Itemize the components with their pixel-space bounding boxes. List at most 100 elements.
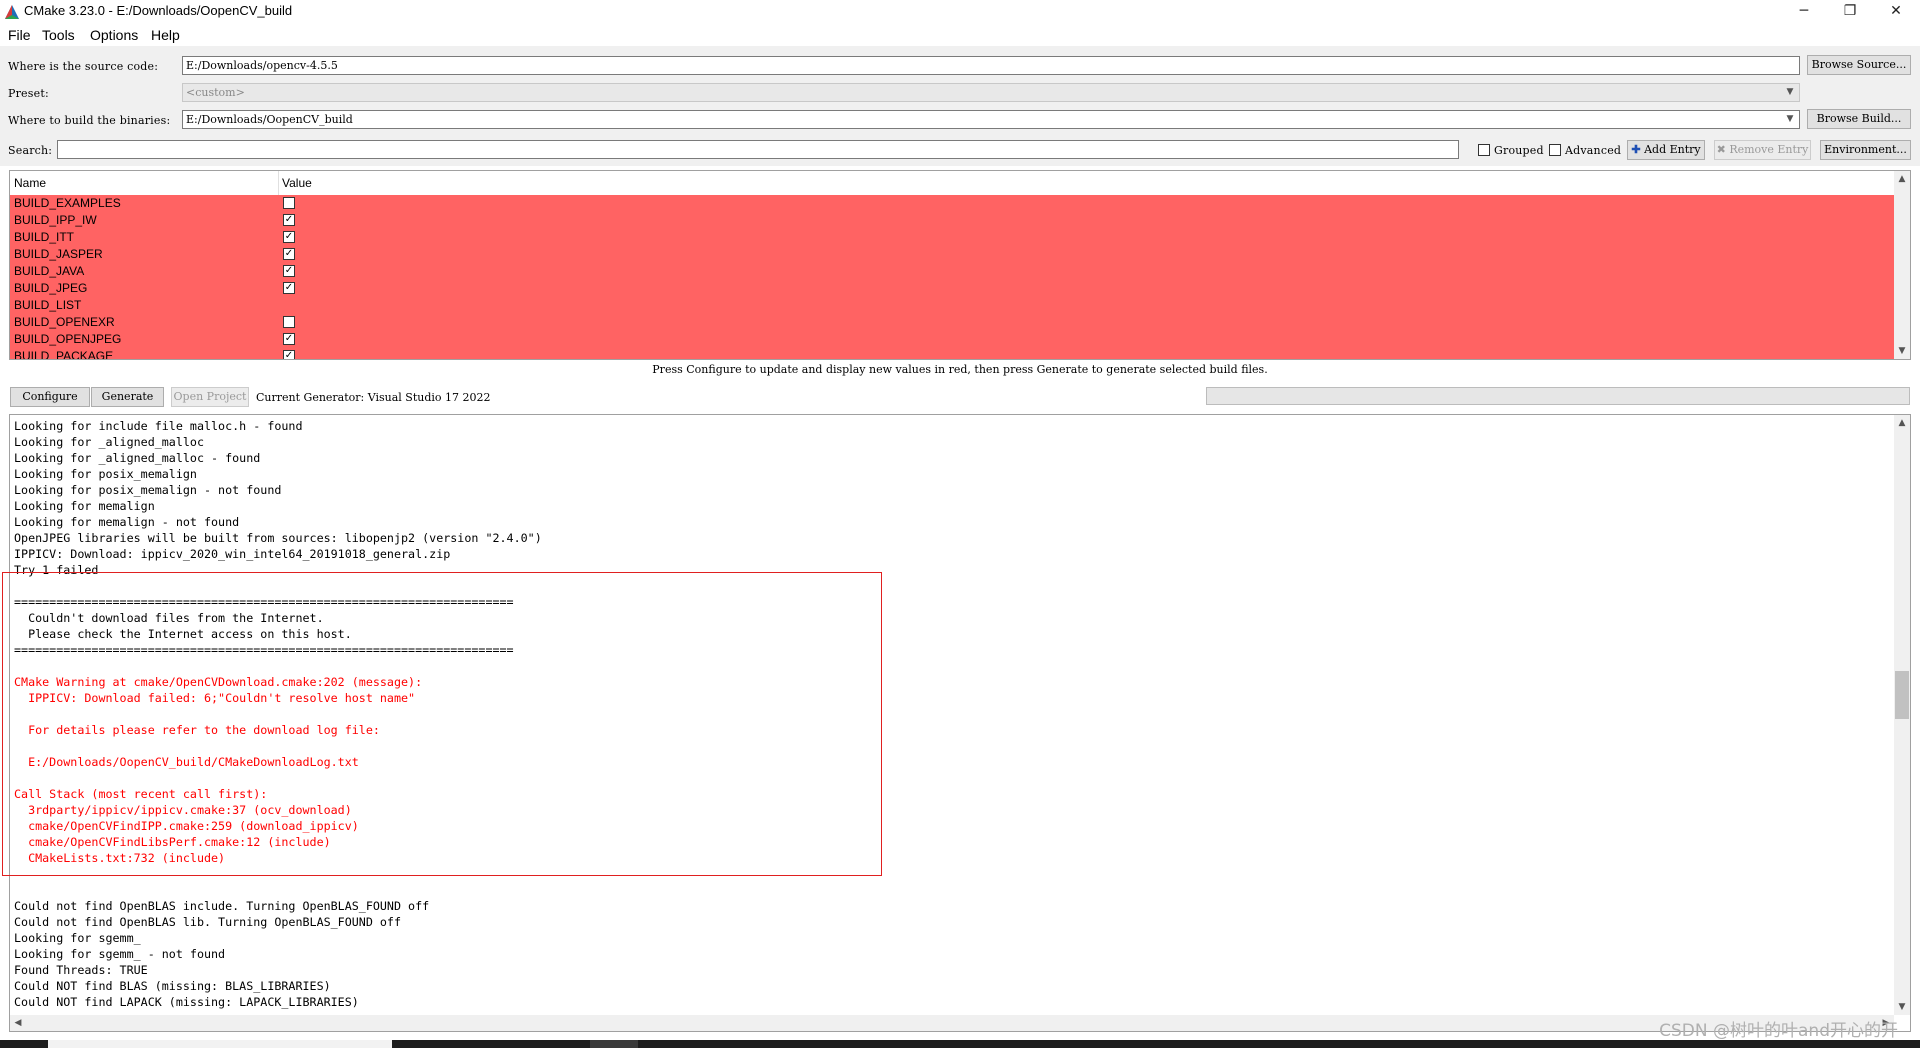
chevron-down-icon: ▼ (1786, 87, 1794, 97)
taskbar-item[interactable] (590, 1040, 638, 1048)
cmake-logo-icon (5, 5, 19, 19)
scroll-up-icon[interactable]: ▲ (1894, 171, 1910, 187)
variable-name: BUILD_ITT (14, 230, 75, 244)
hint-text: Press Configure to update and display ne… (652, 363, 1268, 376)
column-header-name[interactable]: Name (14, 176, 46, 190)
table-row[interactable]: BUILD_JPEG ✓ (10, 280, 1894, 297)
log-line: Couldn't download files from the Interne… (14, 611, 324, 625)
log-text: Looking for include file malloc.h - foun… (14, 418, 542, 1010)
log-line: Looking for posix_memalign - not found (14, 483, 282, 497)
menu-options[interactable]: Options (90, 27, 138, 43)
log-line: ========================================… (14, 643, 514, 657)
close-button[interactable]: ✕ (1873, 0, 1919, 24)
log-line: Looking for memalign (14, 499, 155, 513)
log-line: OpenJPEG libraries will be built from so… (14, 531, 542, 545)
add-entry-button[interactable]: ✚ Add Entry (1627, 140, 1705, 160)
log-line: Could not find OpenBLAS include. Turning… (14, 899, 430, 913)
grouped-label: Grouped (1494, 144, 1544, 157)
browse-source-button[interactable]: Browse Source... (1807, 55, 1911, 75)
current-generator-label: Current Generator: Visual Studio 17 2022 (256, 391, 491, 404)
value-checkbox[interactable] (283, 197, 295, 209)
log-line: Could NOT find BLAS (missing: BLAS_LIBRA… (14, 979, 331, 993)
column-divider[interactable] (278, 171, 279, 195)
build-path-value: E:/Downloads/OopenCV_build (186, 113, 353, 126)
table-row[interactable]: BUILD_JASPER ✓ (10, 246, 1894, 263)
table-row[interactable]: BUILD_OPENJPEG ✓ (10, 331, 1894, 348)
menu-file[interactable]: File (8, 27, 31, 43)
cache-variables-table: Name Value BUILD_EXAMPLES BUILD_IPP_IW ✓ BU… (9, 170, 1911, 360)
column-header-value[interactable]: Value (282, 176, 312, 190)
output-log[interactable]: Looking for include file malloc.h - foun… (9, 414, 1911, 1032)
value-checkbox[interactable]: ✓ (283, 265, 295, 277)
variable-name: BUILD_IPP_IW (14, 213, 97, 227)
source-label: Where is the source code: (8, 60, 159, 73)
search-input[interactable] (57, 140, 1459, 159)
table-row[interactable]: BUILD_LIST (10, 297, 1894, 314)
log-line: Looking for memalign - not found (14, 515, 240, 529)
value-checkbox[interactable]: ✓ (283, 333, 295, 345)
path-settings-panel: Where is the source code: E:/Downloads/o… (0, 46, 1920, 166)
preset-value: <custom> (186, 86, 245, 99)
scroll-left-icon[interactable]: ◀ (10, 1015, 26, 1031)
value-checkbox[interactable]: ✓ (283, 231, 295, 243)
menu-bar: File Tools Options Help (0, 24, 1920, 46)
minimize-button[interactable]: ─ (1781, 0, 1827, 24)
variable-name: BUILD_JPEG (14, 281, 88, 295)
scroll-up-icon[interactable]: ▲ (1894, 415, 1910, 431)
configure-button[interactable]: Configure (10, 387, 90, 407)
log-line-warning: For details please refer to the download… (14, 723, 380, 737)
browse-build-button[interactable]: Browse Build... (1807, 109, 1911, 129)
log-horizontal-scrollbar[interactable]: ◀ ▶ (10, 1015, 1894, 1031)
menu-help[interactable]: Help (151, 27, 180, 43)
table-scrollbar[interactable]: ▲ ▼ (1894, 171, 1910, 359)
log-line: Looking for _aligned_malloc (14, 435, 204, 449)
variable-name: BUILD_JAVA (14, 264, 85, 278)
table-row[interactable]: BUILD_OPENEXR (10, 314, 1894, 331)
log-line: Could not find OpenBLAS lib. Turning Ope… (14, 915, 402, 929)
log-line-warning (14, 770, 542, 786)
table-row[interactable]: BUILD_IPP_IW ✓ (10, 212, 1894, 229)
table-row[interactable]: BUILD_PACKAGE ✓ (10, 348, 1894, 359)
value-checkbox[interactable]: ✓ (283, 214, 295, 226)
menu-tools[interactable]: Tools (42, 27, 75, 43)
value-checkbox[interactable]: ✓ (283, 282, 295, 294)
advanced-checkbox[interactable] (1549, 144, 1561, 156)
remove-icon: ✖ (1716, 143, 1726, 156)
table-row[interactable]: BUILD_ITT ✓ (10, 229, 1894, 246)
taskbar (0, 1040, 1920, 1048)
restore-button[interactable]: ❐ (1827, 0, 1873, 24)
log-line: Looking for _aligned_malloc - found (14, 451, 261, 465)
log-line-warning: CMake Warning at cmake/OpenCVDownload.cm… (14, 675, 423, 689)
watermark: CSDN @树叶的叶and开心的开 (1659, 1021, 1898, 1041)
remove-entry-label: Remove Entry (1729, 143, 1809, 156)
build-label: Where to build the binaries: (8, 114, 171, 127)
table-row[interactable]: BUILD_JAVA ✓ (10, 263, 1894, 280)
log-line-warning: CMakeLists.txt:732 (include) (14, 851, 226, 865)
value-checkbox[interactable]: ✓ (283, 248, 295, 260)
environment-button[interactable]: Environment... (1820, 140, 1911, 160)
generate-button[interactable]: Generate (91, 387, 164, 407)
scrollbar-thumb[interactable] (1895, 671, 1909, 719)
scroll-down-icon[interactable]: ▼ (1894, 343, 1910, 359)
source-path-input[interactable]: E:/Downloads/opencv-4.5.5 (182, 56, 1800, 75)
log-line-warning (14, 738, 542, 754)
advanced-label: Advanced (1565, 144, 1622, 157)
scroll-down-icon[interactable]: ▼ (1894, 999, 1910, 1015)
log-line: Please check the Internet access on this… (14, 627, 352, 641)
log-line-warning: cmake/OpenCVFindLibsPerf.cmake:12 (inclu… (14, 835, 331, 849)
value-checkbox[interactable]: ✓ (283, 350, 295, 359)
title-bar: CMake 3.23.0 - E:/Downloads/OopenCV_buil… (0, 0, 1920, 24)
grouped-checkbox[interactable] (1478, 144, 1490, 156)
taskbar-item[interactable] (48, 1040, 392, 1048)
build-path-select[interactable]: E:/Downloads/OopenCV_build ▼ (182, 110, 1800, 129)
chevron-down-icon[interactable]: ▼ (1783, 113, 1797, 126)
log-vertical-scrollbar[interactable]: ▲ ▼ (1894, 415, 1910, 1015)
table-row[interactable]: BUILD_EXAMPLES (10, 195, 1894, 212)
log-line: Try 1 failed (14, 563, 99, 577)
log-line: Looking for sgemm_ - not found (14, 947, 226, 961)
value-checkbox[interactable] (283, 316, 295, 328)
log-line: Found Threads: TRUE (14, 963, 148, 977)
